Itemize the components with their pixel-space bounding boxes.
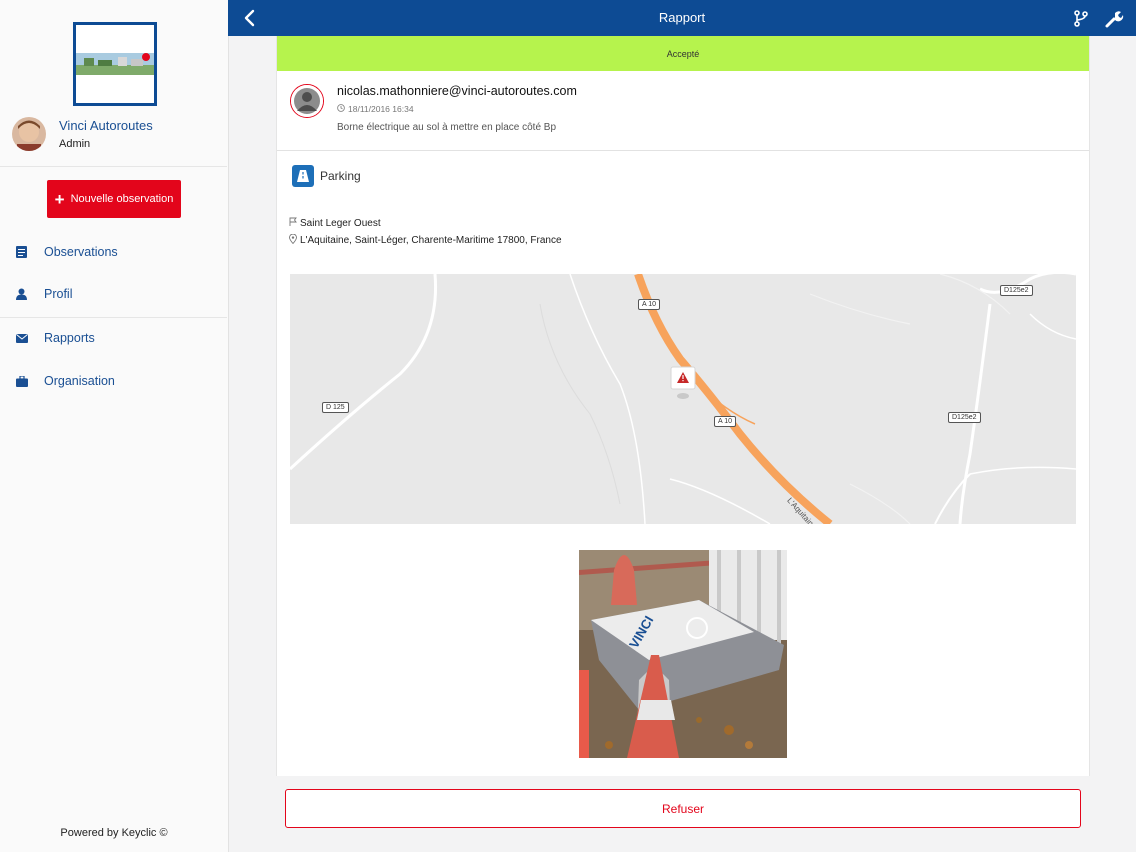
new-observation-label: Nouvelle observation [70,193,174,205]
flag-icon [289,217,297,229]
sidebar-item-observations[interactable]: Observations [0,237,227,267]
road-label: D 125 [322,402,349,413]
author-email: nicolas.mathonniere@vinci-autoroutes.com [337,84,577,98]
clock-icon [337,104,345,114]
road-label: D125e2 [1000,285,1033,296]
page-title: Rapport [658,10,706,25]
road-label: A 10 [638,299,661,310]
sidebar: Vinci Autoroutes Admin + Nouvelle observ… [0,0,229,852]
place-text: Saint Leger Ouest [300,217,381,229]
powered-by-footer: Powered by Keyclic © [60,827,168,839]
location-map[interactable]: A 10 A 10 D 125 D125e2 D125e2 L'Aquitain… [290,274,1076,524]
new-observation-button[interactable]: + Nouvelle observation [47,180,181,218]
date-text: 18/11/2016 16:34 [348,104,414,114]
user-icon [15,288,28,301]
organization-name: Vinci Autoroutes [59,118,153,133]
organization-logo [73,22,157,106]
sidebar-item-label: Rapports [44,331,95,345]
refuse-label: Refuser [661,801,705,816]
sidebar-item-label: Organisation [44,374,115,388]
observation-photo[interactable]: VINCI [579,550,787,758]
sidebar-item-rapports[interactable]: Rapports [0,323,227,353]
briefcase-icon [15,375,28,388]
wrench-icon[interactable] [1104,9,1124,29]
sidebar-item-label: Profil [44,287,73,301]
envelope-icon [15,332,28,345]
user-avatar[interactable] [12,117,46,151]
refuse-button[interactable]: Refuser [285,789,1081,828]
status-banner: Accepté [277,36,1089,71]
user-role: Admin [59,138,91,150]
divider [0,317,227,318]
report-description: Borne électrique au sol à mettre en plac… [337,122,557,133]
place-name: Saint Leger Ouest [289,217,381,229]
road-icon [292,165,314,187]
report-card: Accepté nicolas.mathonniere@vinci-autoro… [276,36,1090,776]
report-date: 18/11/2016 16:34 [337,104,414,114]
sidebar-item-label: Observations [44,245,118,259]
sidebar-item-organisation[interactable]: Organisation [0,366,227,396]
map-pin-icon [289,233,297,247]
road-label: A 10 [714,416,737,427]
sidebar-item-profil[interactable]: Profil [0,279,227,309]
divider [0,166,227,167]
road-label: D125e2 [948,412,981,423]
category-label: Parking [320,169,361,183]
branch-icon[interactable] [1072,9,1090,27]
address-text: L'Aquitaine, Saint-Léger, Charente-Marit… [300,235,562,246]
author-avatar [290,84,324,118]
address: L'Aquitaine, Saint-Léger, Charente-Marit… [289,233,562,247]
divider [277,150,1089,151]
plus-icon: + [54,189,65,209]
top-bar: Rapport [228,0,1136,36]
document-icon [15,246,28,259]
status-label: Accepté [666,48,700,59]
